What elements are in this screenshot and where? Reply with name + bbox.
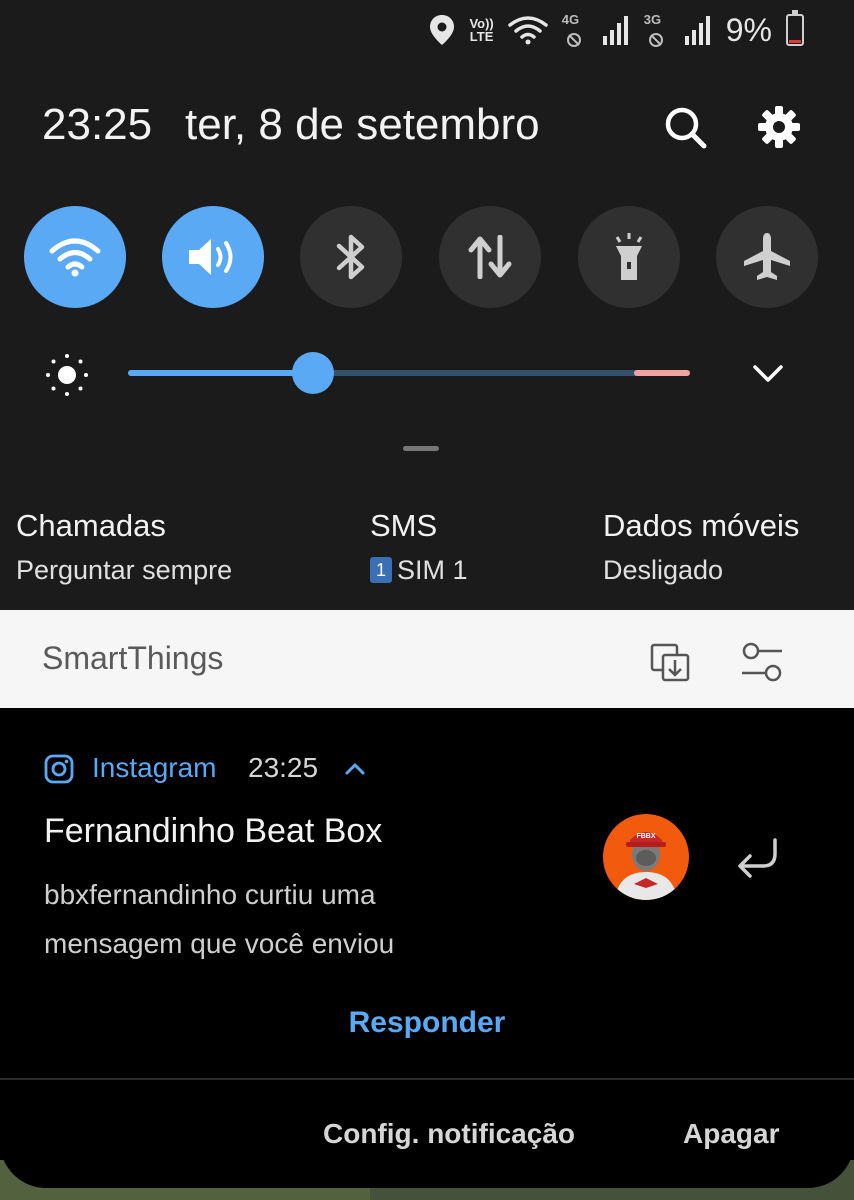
mobile-data-toggle[interactable] — [439, 206, 541, 308]
bluetooth-toggle[interactable] — [300, 206, 402, 308]
brightness-slider-fill — [128, 370, 314, 376]
reply-button[interactable]: Responder — [0, 1006, 854, 1040]
battery-percent: 9% — [725, 11, 772, 48]
avatar-cap-text: FBBX — [636, 833, 655, 840]
reply-icon[interactable] — [733, 832, 781, 880]
brightness-sun-icon — [44, 352, 90, 398]
mobile-data-title: Dados móveis — [603, 508, 800, 543]
brightness-slider[interactable] — [128, 352, 690, 394]
sim2-gen-label: 3G — [643, 12, 662, 27]
signal-icon — [684, 16, 710, 45]
divider — [0, 1078, 854, 1080]
status-bar: Vo)) LTE 4G 3G 9% — [429, 8, 804, 52]
data-arrows-icon — [468, 235, 512, 279]
device-link-icon[interactable] — [648, 640, 692, 684]
smartthings-bar[interactable]: SmartThings — [0, 610, 854, 708]
wifi-icon — [49, 238, 101, 277]
sound-toggle[interactable] — [162, 206, 264, 308]
sim1-network: 4G — [562, 12, 588, 48]
filter-settings-icon[interactable] — [740, 640, 784, 684]
lte-label: LTE — [469, 29, 494, 44]
notification-settings-button[interactable]: Config. notificação — [323, 1118, 575, 1150]
airplane-toggle[interactable] — [716, 206, 818, 308]
sim-card-badge: 1 — [370, 557, 392, 583]
sim1-gen-label: 4G — [561, 12, 580, 27]
no-sim-data-icon — [648, 33, 663, 47]
battery-icon — [786, 10, 804, 46]
airplane-icon — [744, 233, 790, 280]
date-label[interactable]: ter, 8 de setembro — [185, 100, 540, 150]
location-icon — [430, 15, 455, 45]
notification-app-name: Instagram — [92, 752, 217, 783]
notification-body: bbxfernandinho curtiu uma mensagem que v… — [44, 879, 395, 959]
settings-icon[interactable] — [756, 104, 802, 150]
flashlight-toggle[interactable] — [578, 206, 680, 308]
drag-handle[interactable] — [403, 446, 439, 451]
notification-title: Fernandinho Beat Box — [44, 812, 383, 850]
smartthings-label: SmartThings — [42, 640, 224, 676]
battery-level — [789, 40, 801, 43]
avatar: FBBX — [603, 814, 689, 900]
brightness-slider-end — [634, 370, 690, 376]
signal-icon — [602, 16, 628, 45]
sms-sim-setting[interactable]: SMS 1 SIM 1 — [370, 508, 468, 590]
sms-value: SIM 1 — [397, 555, 468, 585]
calls-sim-setting[interactable]: Chamadas Perguntar sempre — [16, 508, 232, 590]
clear-button[interactable]: Apagar — [683, 1118, 779, 1150]
mobile-data-value: Desligado — [603, 555, 724, 585]
no-sim-data-icon — [566, 33, 581, 47]
bluetooth-icon — [336, 234, 365, 280]
volte-icon: Vo)) LTE — [469, 17, 493, 43]
wifi-icon — [508, 16, 548, 45]
clock-time[interactable]: 23:25 — [42, 100, 152, 150]
mobile-data-sim-setting[interactable]: Dados móveis Desligado — [603, 508, 799, 590]
instagram-icon — [44, 754, 74, 784]
chevron-down-icon[interactable] — [750, 358, 786, 388]
sim2-network: 3G — [644, 12, 670, 48]
calls-title: Chamadas — [16, 508, 166, 543]
chevron-up-icon[interactable] — [344, 762, 366, 776]
notification-time: 23:25 — [248, 752, 319, 783]
calls-value: Perguntar sempre — [16, 555, 233, 585]
wifi-toggle[interactable] — [24, 206, 126, 308]
volume-icon — [189, 239, 233, 275]
flashlight-icon — [615, 233, 643, 280]
sms-title: SMS — [370, 508, 438, 543]
instagram-notification[interactable]: Instagram 23:25 Fernandinho Beat Box bbx… — [0, 708, 854, 1188]
sms-value-row: 1 SIM 1 — [370, 550, 468, 590]
search-icon[interactable] — [662, 104, 708, 150]
